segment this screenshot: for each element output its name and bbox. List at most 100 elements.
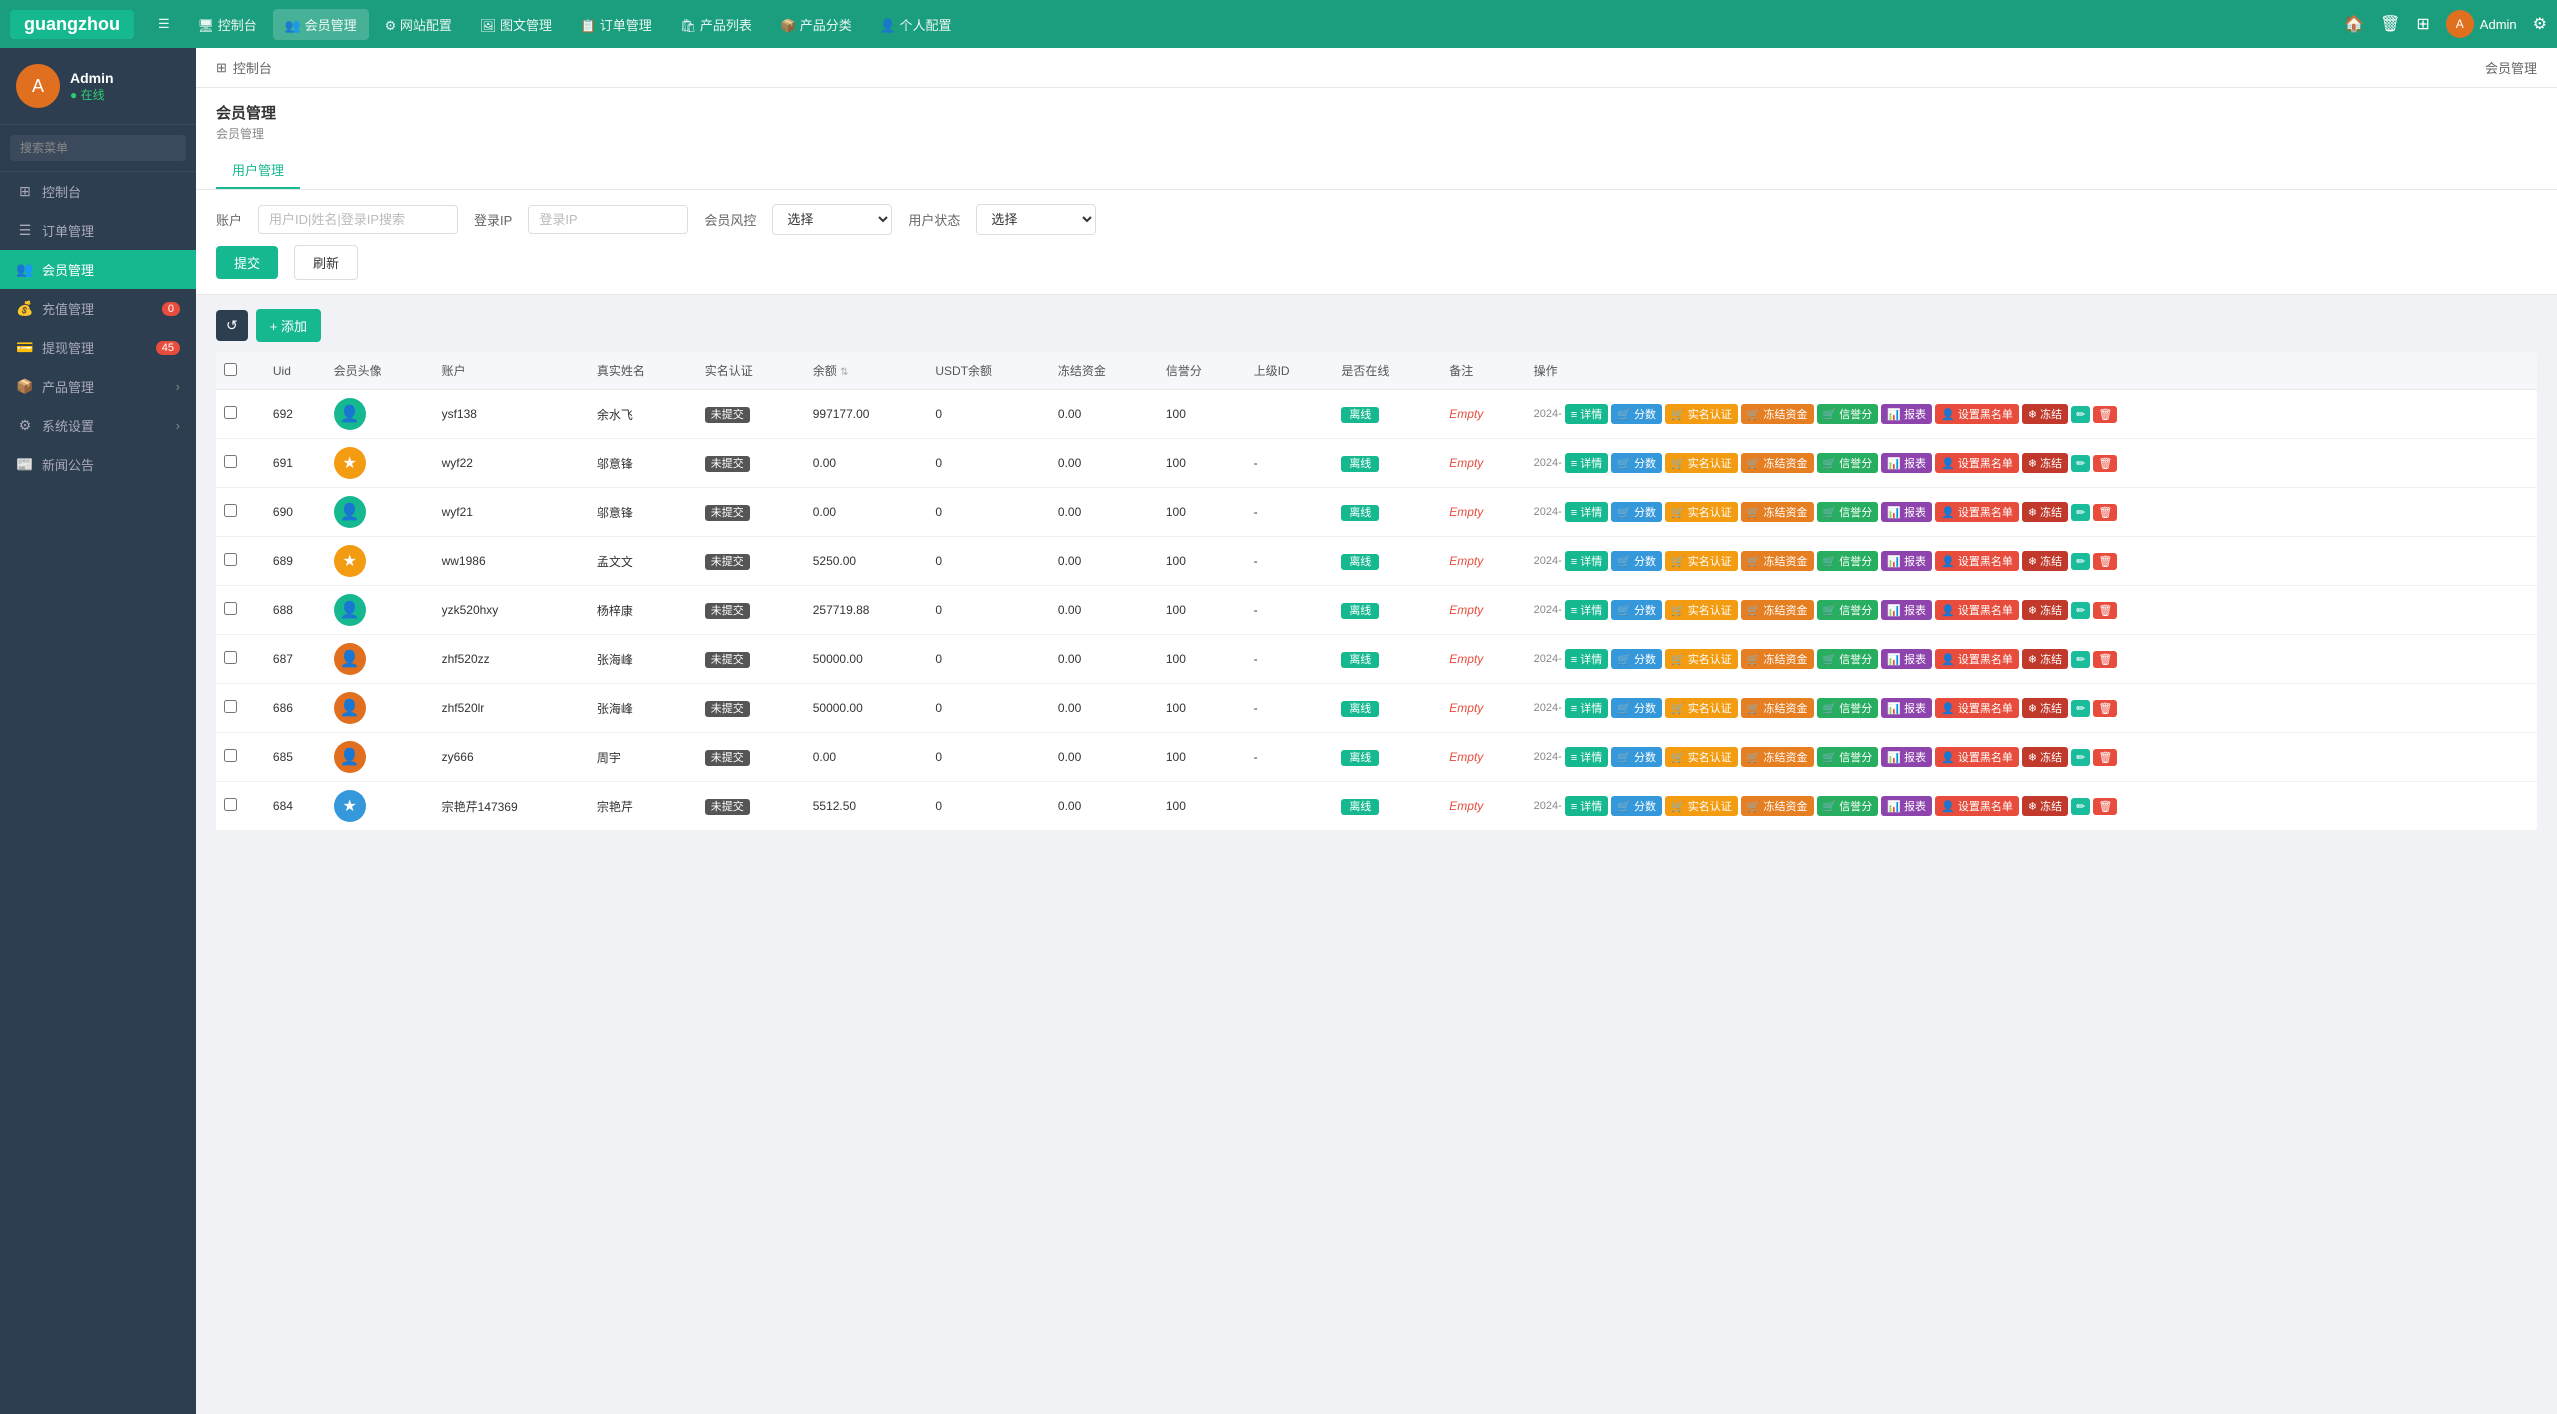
- action-detail[interactable]: ≡ 详情: [1565, 698, 1608, 718]
- action-report[interactable]: 📊 报表: [1881, 453, 1932, 473]
- action-credit[interactable]: 🛒 信誉分: [1817, 747, 1879, 767]
- row-checkbox[interactable]: [224, 798, 237, 811]
- action-settle[interactable]: 🛒 冻结资金: [1741, 404, 1814, 424]
- action-report[interactable]: 📊 报表: [1881, 600, 1932, 620]
- action-credit[interactable]: 🛒 信誉分: [1817, 502, 1879, 522]
- action-score[interactable]: 🛒 分数: [1611, 551, 1662, 571]
- action-delete[interactable]: 🗑: [2093, 700, 2117, 717]
- select-all-checkbox[interactable]: [224, 363, 237, 376]
- action-report[interactable]: 📊 报表: [1881, 551, 1932, 571]
- action-settle[interactable]: 🛒 冻结资金: [1741, 453, 1814, 473]
- action-freeze[interactable]: ❄ 冻结: [2022, 649, 2068, 669]
- action-detail[interactable]: ≡ 详情: [1565, 747, 1608, 767]
- action-edit[interactable]: ✏: [2071, 798, 2090, 815]
- action-freeze[interactable]: ❄ 冻结: [2022, 404, 2068, 424]
- action-score[interactable]: 🛒 分数: [1611, 502, 1662, 522]
- action-realname[interactable]: 🛒 实名认证: [1665, 453, 1738, 473]
- action-credit[interactable]: 🛒 信誉分: [1817, 796, 1879, 816]
- sidebar-item-member[interactable]: 👥 会员管理: [0, 250, 196, 289]
- action-edit[interactable]: ✏: [2071, 455, 2090, 472]
- action-blacklist[interactable]: 👤 设置黑名单: [1935, 747, 2019, 767]
- loginip-input[interactable]: [528, 205, 688, 234]
- action-detail[interactable]: ≡ 详情: [1565, 649, 1608, 669]
- action-settle[interactable]: 🛒 冻结资金: [1741, 649, 1814, 669]
- action-blacklist[interactable]: 👤 设置黑名单: [1935, 404, 2019, 424]
- row-checkbox[interactable]: [224, 651, 237, 664]
- tab-user-management[interactable]: 用户管理: [216, 152, 300, 189]
- action-edit[interactable]: ✏: [2071, 504, 2090, 521]
- action-score[interactable]: 🛒 分数: [1611, 649, 1662, 669]
- action-realname[interactable]: 🛒 实名认证: [1665, 747, 1738, 767]
- account-input[interactable]: [258, 205, 458, 234]
- row-checkbox[interactable]: [224, 553, 237, 566]
- sidebar-item-system[interactable]: ⚙ 系统设置 ›: [0, 406, 196, 445]
- action-report[interactable]: 📊 报表: [1881, 649, 1932, 669]
- action-delete[interactable]: 🗑: [2093, 553, 2117, 570]
- row-checkbox[interactable]: [224, 700, 237, 713]
- action-delete[interactable]: 🗑: [2093, 455, 2117, 472]
- nav-media[interactable]: 🖼 图文管理: [468, 9, 564, 40]
- action-credit[interactable]: 🛒 信誉分: [1817, 551, 1879, 571]
- action-detail[interactable]: ≡ 详情: [1565, 404, 1608, 424]
- action-blacklist[interactable]: 👤 设置黑名单: [1935, 698, 2019, 718]
- action-report[interactable]: 📊 报表: [1881, 796, 1932, 816]
- action-freeze[interactable]: ❄ 冻结: [2022, 502, 2068, 522]
- action-report[interactable]: 📊 报表: [1881, 404, 1932, 424]
- action-settle[interactable]: 🛒 冻结资金: [1741, 600, 1814, 620]
- add-button[interactable]: + 添加: [256, 309, 321, 342]
- row-checkbox[interactable]: [224, 504, 237, 517]
- action-credit[interactable]: 🛒 信誉分: [1817, 649, 1879, 669]
- sidebar-item-news[interactable]: 📰 新闻公告: [0, 445, 196, 484]
- nav-member[interactable]: 👥 会员管理: [273, 9, 369, 40]
- action-freeze[interactable]: ❄ 冻结: [2022, 551, 2068, 571]
- action-delete[interactable]: 🗑: [2093, 749, 2117, 766]
- action-score[interactable]: 🛒 分数: [1611, 796, 1662, 816]
- action-delete[interactable]: 🗑: [2093, 602, 2117, 619]
- action-blacklist[interactable]: 👤 设置黑名单: [1935, 502, 2019, 522]
- action-score[interactable]: 🛒 分数: [1611, 698, 1662, 718]
- action-credit[interactable]: 🛒 信誉分: [1817, 453, 1879, 473]
- action-credit[interactable]: 🛒 信誉分: [1817, 698, 1879, 718]
- refresh-button[interactable]: 刷新: [294, 245, 358, 280]
- action-delete[interactable]: 🗑: [2093, 504, 2117, 521]
- action-edit[interactable]: ✏: [2071, 406, 2090, 423]
- settings-icon[interactable]: ⚙: [2533, 14, 2547, 34]
- nav-product[interactable]: 🛍 产品列表: [668, 9, 764, 40]
- action-blacklist[interactable]: 👤 设置黑名单: [1935, 551, 2019, 571]
- nav-config[interactable]: ⚙ 网站配置: [373, 9, 464, 40]
- action-blacklist[interactable]: 👤 设置黑名单: [1935, 453, 2019, 473]
- action-score[interactable]: 🛒 分数: [1611, 404, 1662, 424]
- action-blacklist[interactable]: 👤 设置黑名单: [1935, 649, 2019, 669]
- action-delete[interactable]: 🗑: [2093, 651, 2117, 668]
- action-credit[interactable]: 🛒 信誉分: [1817, 600, 1879, 620]
- nav-category[interactable]: 📦 产品分类: [768, 9, 864, 40]
- action-report[interactable]: 📊 报表: [1881, 502, 1932, 522]
- action-score[interactable]: 🛒 分数: [1611, 747, 1662, 767]
- nav-menu-toggle[interactable]: ☰: [146, 10, 182, 38]
- action-delete[interactable]: 🗑: [2093, 798, 2117, 815]
- action-realname[interactable]: 🛒 实名认证: [1665, 502, 1738, 522]
- admin-info[interactable]: A Admin: [2446, 10, 2517, 38]
- action-edit[interactable]: ✏: [2071, 749, 2090, 766]
- action-score[interactable]: 🛒 分数: [1611, 600, 1662, 620]
- action-freeze[interactable]: ❄ 冻结: [2022, 600, 2068, 620]
- action-freeze[interactable]: ❄ 冻结: [2022, 453, 2068, 473]
- action-edit[interactable]: ✏: [2071, 553, 2090, 570]
- action-blacklist[interactable]: 👤 设置黑名单: [1935, 796, 2019, 816]
- action-edit[interactable]: ✏: [2071, 700, 2090, 717]
- action-blacklist[interactable]: 👤 设置黑名单: [1935, 600, 2019, 620]
- action-detail[interactable]: ≡ 详情: [1565, 502, 1608, 522]
- sidebar-item-product[interactable]: 📦 产品管理 ›: [0, 367, 196, 406]
- row-checkbox[interactable]: [224, 602, 237, 615]
- action-realname[interactable]: 🛒 实名认证: [1665, 796, 1738, 816]
- reload-button[interactable]: ↺: [216, 310, 248, 341]
- nav-order[interactable]: 📋 订单管理: [568, 9, 664, 40]
- action-freeze[interactable]: ❄ 冻结: [2022, 796, 2068, 816]
- sidebar-item-dashboard[interactable]: ⊞ 控制台: [0, 172, 196, 211]
- sidebar-item-recharge[interactable]: 💰 充值管理 0: [0, 289, 196, 328]
- action-settle[interactable]: 🛒 冻结资金: [1741, 698, 1814, 718]
- action-realname[interactable]: 🛒 实名认证: [1665, 404, 1738, 424]
- action-settle[interactable]: 🛒 冻结资金: [1741, 747, 1814, 767]
- action-realname[interactable]: 🛒 实名认证: [1665, 649, 1738, 669]
- action-detail[interactable]: ≡ 详情: [1565, 453, 1608, 473]
